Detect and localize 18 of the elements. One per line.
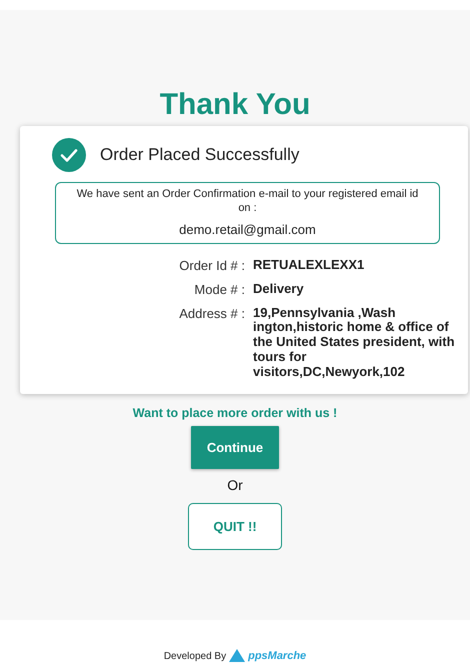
developed-by-text: Developed By xyxy=(164,651,226,662)
detail-label: Address # : xyxy=(178,306,245,322)
checkmark-circle-icon xyxy=(52,138,86,172)
thank-you-heading: Thank You xyxy=(160,88,310,122)
or-separator: Or xyxy=(227,477,243,494)
prompt-text: Want to place more order with us ! xyxy=(132,406,338,420)
triangle-logo-icon xyxy=(229,649,246,662)
logo-text: ppsMarche xyxy=(248,650,306,662)
detail-label: Order Id # : xyxy=(178,258,245,272)
status-message: Order Placed Successfully xyxy=(100,145,300,165)
quit-button[interactable]: QUIT !! xyxy=(188,503,282,550)
continue-button[interactable]: Continue xyxy=(190,426,280,470)
email-address: demo.retail@gmail.com xyxy=(179,222,316,236)
notice-text: We have sent an Order Confirmation e-mail to your registered email id on : xyxy=(76,188,419,216)
detail-label: Mode # : xyxy=(193,282,245,296)
detail-value: Delivery xyxy=(253,282,305,296)
detail-value: RETUALEXLEXX1 xyxy=(253,258,366,272)
detail-value: 19,Pennsylvania ,Wash ington,historic home & office of the United States president, with tours for visitors,DC,Newyork,102 xyxy=(253,306,456,380)
